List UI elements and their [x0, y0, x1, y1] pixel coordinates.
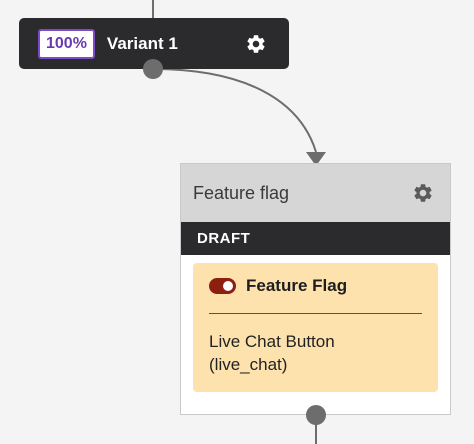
status-badge: DRAFT: [181, 222, 450, 255]
feature-flag-card[interactable]: Feature Flag Live Chat Button (live_chat…: [193, 263, 438, 392]
feature-flag-node-title: Feature flag: [193, 182, 290, 203]
flow-canvas[interactable]: 100% Variant 1 Feature flag DRAFT Featur: [0, 0, 474, 444]
feature-flag-card-header: Feature Flag: [209, 275, 422, 297]
toggle-knob: [223, 281, 233, 291]
gear-icon: [247, 34, 265, 53]
gear-icon: [414, 184, 432, 202]
feature-flag-node[interactable]: Feature flag DRAFT Feature Flag Live Cha…: [180, 163, 451, 415]
feature-flag-toggle[interactable]: [209, 278, 236, 294]
feature-flag-card-title: Feature Flag: [246, 276, 348, 295]
feature-flag-output-handle[interactable]: [306, 405, 326, 425]
feature-flag-settings-button[interactable]: [412, 182, 434, 204]
card-divider: [209, 313, 422, 314]
variant-percentage-badge[interactable]: 100%: [38, 28, 95, 59]
variant-title: Variant 1: [106, 33, 178, 53]
feature-flag-name: Live Chat Button: [209, 332, 335, 351]
feature-flag-header: Feature flag: [181, 164, 450, 222]
variant-settings-button[interactable]: [245, 33, 267, 55]
variant-to-flag-connector: [152, 68, 317, 153]
feature-flag-key: (live_chat): [209, 355, 288, 374]
variant-output-handle[interactable]: [143, 59, 163, 79]
